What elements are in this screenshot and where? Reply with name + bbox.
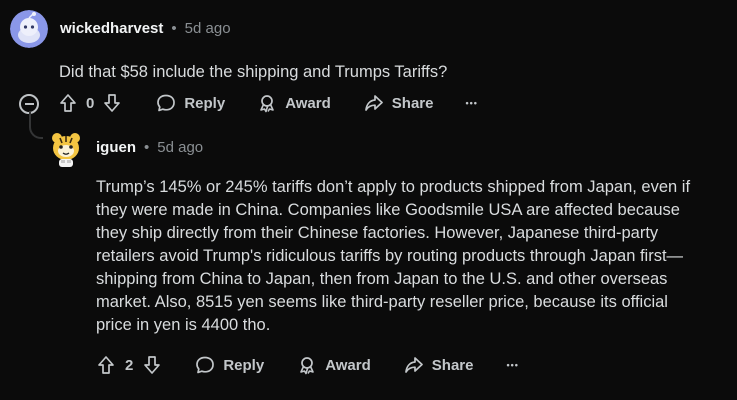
user-avatar[interactable] — [10, 10, 48, 48]
speech-bubble-icon — [195, 355, 215, 375]
vote-score: 2 — [125, 356, 134, 374]
share-arrow-icon — [364, 93, 384, 113]
reply-button[interactable]: Reply — [195, 355, 264, 375]
comment-body: Did that $58 include the shipping and Tr… — [59, 63, 448, 81]
share-button[interactable]: Share — [404, 355, 474, 375]
comment-body: Trump’s 145% or 245% tariffs don’t apply… — [96, 178, 691, 334]
more-options-button[interactable]: ••• — [465, 98, 477, 108]
award-button[interactable]: Award — [257, 93, 331, 113]
award-icon — [257, 93, 277, 113]
snoo-avatar-icon — [10, 10, 48, 48]
arrow-down-icon[interactable] — [102, 93, 122, 113]
vote-score: 0 — [86, 94, 95, 112]
thread-connector — [29, 111, 43, 139]
reply-label: Reply — [223, 356, 265, 374]
award-icon — [297, 355, 317, 375]
meta-separator: • — [144, 139, 150, 156]
share-arrow-icon — [404, 355, 424, 375]
username[interactable]: iguen — [96, 139, 136, 156]
arrow-up-icon[interactable] — [58, 93, 78, 113]
username[interactable]: wickedharvest — [60, 20, 163, 37]
share-label: Share — [391, 94, 434, 112]
award-label: Award — [285, 94, 331, 112]
tiger-avatar-icon — [52, 133, 80, 167]
reply-label: Reply — [184, 94, 226, 112]
arrow-down-icon[interactable] — [142, 355, 162, 375]
arrow-up-icon[interactable] — [96, 355, 116, 375]
award-label: Award — [325, 356, 371, 374]
share-button[interactable]: Share — [364, 93, 434, 113]
more-options-button[interactable]: ••• — [506, 360, 518, 370]
award-button[interactable]: Award — [297, 355, 371, 375]
share-label: Share — [431, 356, 474, 374]
speech-bubble-icon — [156, 93, 176, 113]
user-avatar[interactable] — [47, 129, 85, 167]
timestamp[interactable]: 5d ago — [157, 139, 203, 156]
meta-separator: • — [171, 20, 177, 37]
timestamp[interactable]: 5d ago — [185, 20, 231, 37]
reply-button[interactable]: Reply — [156, 93, 225, 113]
